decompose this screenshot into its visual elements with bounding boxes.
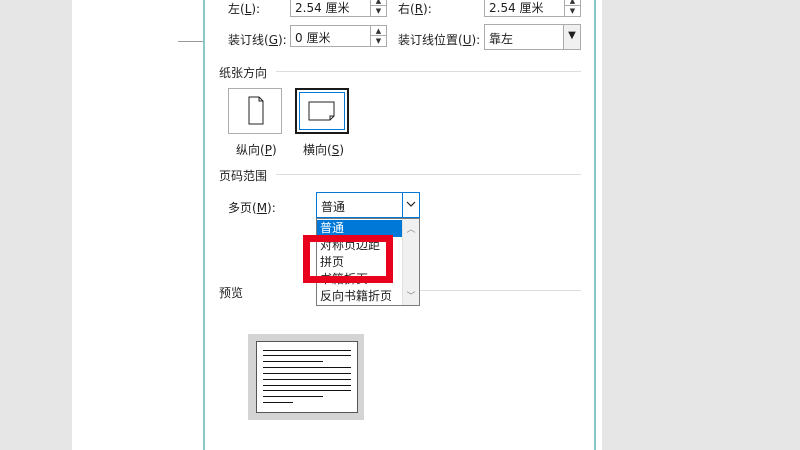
gutter-label: 装订线(G): — [228, 33, 287, 47]
right-margin-spinner[interactable]: 2.54 厘米 ▲ ▼ — [484, 0, 581, 17]
chevron-down-icon[interactable]: ▼ — [563, 25, 580, 49]
dropdown-option-normal[interactable]: 普通 — [317, 220, 405, 237]
dropdown-option-book-fold[interactable]: 书籍折页 — [317, 271, 368, 288]
dropdown-option-mirror-margins[interactable]: 对称页边距 — [317, 237, 380, 254]
dropdown-option-reverse-book-fold[interactable]: 反向书籍折页 — [317, 288, 392, 305]
orientation-separator — [276, 71, 581, 72]
left-margin-spinner[interactable]: 2.54 厘米 ▲ ▼ — [290, 0, 387, 17]
gutter-spinner[interactable]: 0 厘米 ▲ ▼ — [290, 25, 387, 47]
multiple-pages-select[interactable]: 普通 — [316, 192, 420, 218]
gutter-position-select[interactable]: 靠左 ▼ — [484, 24, 581, 50]
gutter-position-value: 靠左 — [489, 32, 514, 46]
spin-down-icon[interactable]: ▼ — [371, 6, 386, 16]
preview-page — [256, 341, 358, 413]
gutter-position-label: 装订线位置(U): — [398, 33, 481, 47]
preview-separator — [420, 290, 581, 291]
orientation-group-title: 纸张方向 — [219, 66, 268, 80]
right-margin-label: 右(R): — [398, 2, 432, 16]
dropdown-option-two-pages[interactable]: 拼页 — [317, 254, 344, 271]
gutter-value[interactable]: 0 厘米 — [295, 29, 330, 46]
pages-group-title: 页码范围 — [219, 169, 268, 183]
right-margin-value[interactable]: 2.54 厘米 — [489, 0, 544, 16]
multiple-pages-value: 普通 — [321, 200, 346, 214]
scroll-up-icon[interactable]: ︿ — [403, 222, 419, 235]
multiple-pages-dropdown: 普通 对称页边距 拼页 书籍折页 反向书籍折页 ︿ ﹀ — [316, 218, 420, 306]
spin-down-icon[interactable]: ▼ — [565, 6, 580, 16]
spin-up-icon[interactable]: ▲ — [371, 26, 386, 36]
multiple-pages-label: 多页(M): — [228, 201, 276, 215]
landscape-button[interactable] — [295, 88, 349, 134]
spin-down-icon[interactable]: ▼ — [371, 36, 386, 46]
preview-group-title: 预览 — [219, 286, 244, 300]
portrait-label: 纵向(P) — [236, 143, 277, 157]
landscape-label: 横向(S) — [303, 143, 344, 157]
scroll-down-icon[interactable]: ﹀ — [403, 289, 419, 302]
pages-separator — [276, 174, 581, 175]
chevron-down-icon[interactable] — [402, 193, 419, 217]
portrait-button[interactable] — [228, 88, 282, 134]
left-margin-label: 左(L): — [228, 2, 261, 16]
left-margin-value[interactable]: 2.54 厘米 — [295, 0, 350, 16]
portrait-page-icon — [248, 96, 264, 125]
landscape-page-icon — [308, 101, 335, 121]
dropdown-scrollbar[interactable]: ︿ ﹀ — [402, 219, 419, 305]
